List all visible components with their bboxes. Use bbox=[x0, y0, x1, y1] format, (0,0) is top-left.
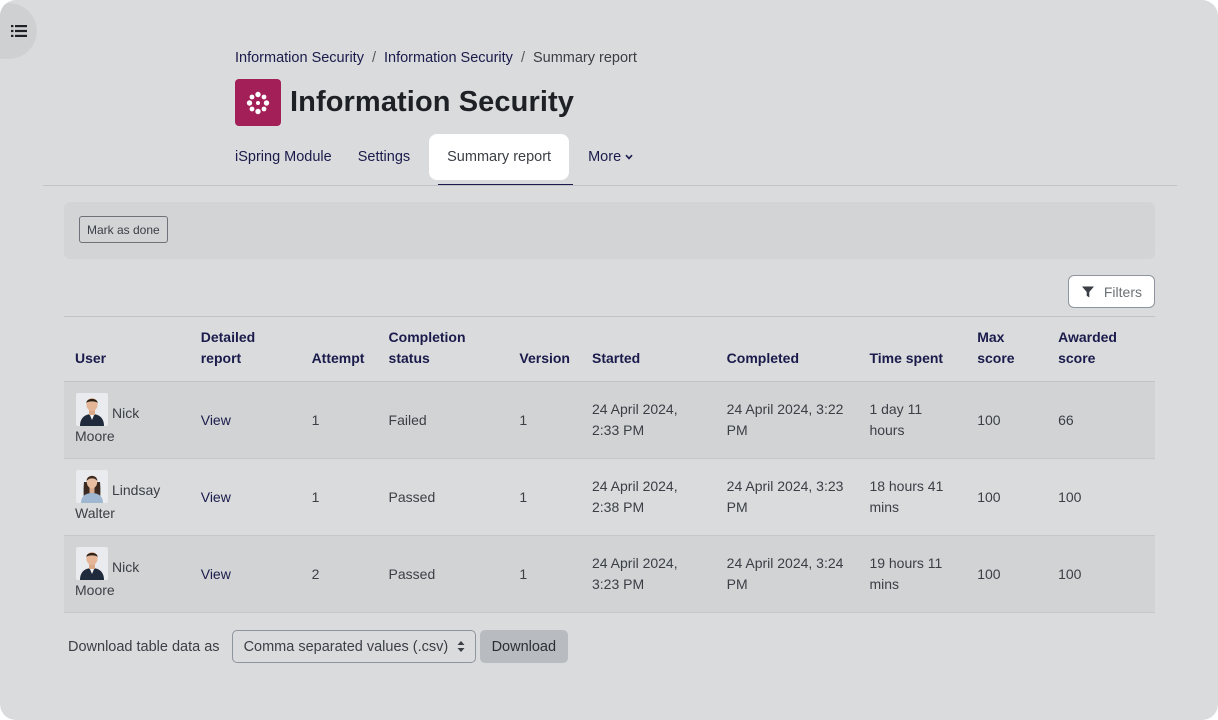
chevron-down-icon bbox=[625, 154, 633, 160]
awarded-score-cell: 100 bbox=[1047, 535, 1155, 613]
selected-format: Comma separated values (.csv) bbox=[243, 638, 449, 655]
tab-label: More bbox=[588, 149, 622, 165]
secondary-navigation: iSpring Module Settings Summary report M… bbox=[222, 134, 646, 186]
avatar bbox=[76, 470, 108, 503]
filters-button[interactable]: Filters bbox=[1068, 275, 1155, 308]
table-row: Lindsay Walter View 1 Passed 1 24 April 2… bbox=[64, 458, 1155, 536]
breadcrumb: Information Security / Information Secur… bbox=[235, 50, 637, 66]
view-report-link[interactable]: View bbox=[189, 535, 301, 613]
version-cell: 1 bbox=[508, 458, 581, 536]
avatar bbox=[76, 547, 108, 580]
time-spent-cell: 19 hours 11 mins bbox=[858, 535, 967, 613]
attempt-cell: 1 bbox=[300, 381, 378, 459]
breadcrumb-item-current: Summary report bbox=[532, 50, 637, 66]
filters-label: Filters bbox=[1103, 283, 1142, 300]
column-header-completed[interactable]: Completed bbox=[715, 316, 859, 382]
summary-report-table: User Detailed report Attempt Completion … bbox=[64, 316, 1155, 613]
page-header: Information Security bbox=[235, 79, 574, 126]
tab-ispring-module[interactable]: iSpring Module bbox=[222, 134, 345, 180]
breadcrumb-item-activity[interactable]: Information Security bbox=[384, 50, 513, 66]
version-cell: 1 bbox=[508, 381, 581, 459]
started-cell: 24 April 2024, 3:23 PM bbox=[580, 535, 716, 613]
tab-summary-report[interactable]: Summary report bbox=[429, 134, 574, 186]
completed-cell: 24 April 2024, 3:22 PM bbox=[715, 381, 859, 459]
view-report-link[interactable]: View bbox=[189, 381, 301, 459]
tab-label: Settings bbox=[357, 149, 411, 165]
completed-cell: 24 April 2024, 3:23 PM bbox=[715, 458, 859, 536]
user-cell[interactable]: Lindsay Walter bbox=[64, 458, 190, 536]
user-last-name: Moore bbox=[75, 428, 115, 444]
table-row: Nick Moore View 2 Passed 1 24 April 2024,… bbox=[64, 535, 1155, 613]
max-score-cell: 100 bbox=[966, 381, 1048, 459]
awarded-score-cell: 100 bbox=[1047, 458, 1155, 536]
table-row: Nick Moore View 1 Failed 1 24 April 2024,… bbox=[64, 381, 1155, 459]
awarded-score-cell: 66 bbox=[1047, 381, 1155, 459]
course-index-toggle[interactable] bbox=[0, 4, 36, 58]
user-first-name: Nick bbox=[112, 559, 140, 575]
started-cell: 24 April 2024, 2:33 PM bbox=[580, 381, 716, 459]
user-first-name: Nick bbox=[112, 405, 140, 421]
column-header-detailed-report[interactable]: Detailed report bbox=[189, 316, 301, 382]
user-last-name: Moore bbox=[75, 582, 115, 598]
breadcrumb-item-course[interactable]: Information Security bbox=[235, 50, 364, 66]
avatar bbox=[76, 393, 108, 426]
status-cell: Passed bbox=[377, 535, 509, 613]
tab-label: Summary report bbox=[447, 149, 552, 165]
column-header-started[interactable]: Started bbox=[580, 316, 716, 382]
page-title: Information Security bbox=[290, 86, 574, 118]
column-header-awarded-score[interactable]: Awarded score bbox=[1047, 316, 1155, 382]
select-arrows-icon bbox=[457, 641, 465, 652]
mark-as-done-button[interactable]: Mark as done bbox=[79, 216, 168, 243]
status-cell: Passed bbox=[377, 458, 509, 536]
download-format-select[interactable]: Comma separated values (.csv) bbox=[231, 630, 476, 663]
ispring-logo-icon bbox=[246, 91, 270, 114]
tabs-divider bbox=[43, 185, 1177, 186]
time-spent-cell: 18 hours 41 mins bbox=[858, 458, 967, 536]
download-bar: Download table data as Comma separated v… bbox=[68, 630, 569, 663]
column-header-max-score[interactable]: Max score bbox=[966, 316, 1048, 382]
column-header-version[interactable]: Version bbox=[508, 316, 581, 382]
tab-settings[interactable]: Settings bbox=[345, 134, 423, 180]
user-first-name: Lindsay bbox=[112, 482, 161, 498]
column-header-attempt[interactable]: Attempt bbox=[300, 316, 378, 382]
column-header-time-spent[interactable]: Time spent bbox=[858, 316, 967, 382]
filter-icon bbox=[1082, 286, 1094, 298]
download-label: Download table data as bbox=[68, 638, 220, 655]
activity-completion-panel: Mark as done bbox=[64, 202, 1155, 259]
status-cell: Failed bbox=[377, 381, 509, 459]
user-last-name: Walter bbox=[75, 505, 115, 521]
time-spent-cell: 1 day 11 hours bbox=[858, 381, 967, 459]
column-header-completion-status[interactable]: Completion status bbox=[377, 316, 509, 382]
app-frame: Information Security / Information Secur… bbox=[0, 0, 1218, 720]
table-header-row: User Detailed report Attempt Completion … bbox=[64, 316, 1155, 382]
max-score-cell: 100 bbox=[966, 458, 1048, 536]
version-cell: 1 bbox=[508, 535, 581, 613]
started-cell: 24 April 2024, 2:38 PM bbox=[580, 458, 716, 536]
user-cell[interactable]: Nick Moore bbox=[64, 381, 190, 459]
breadcrumb-separator: / bbox=[520, 50, 525, 66]
tab-label: iSpring Module bbox=[235, 149, 332, 165]
download-button[interactable]: Download bbox=[479, 630, 569, 663]
list-icon bbox=[11, 25, 27, 37]
view-report-link[interactable]: View bbox=[189, 458, 301, 536]
attempt-cell: 2 bbox=[300, 535, 378, 613]
attempt-cell: 1 bbox=[300, 458, 378, 536]
tab-more[interactable]: More bbox=[575, 134, 646, 180]
ispring-module-icon bbox=[235, 79, 281, 126]
column-header-user[interactable]: User bbox=[64, 316, 190, 382]
breadcrumb-separator: / bbox=[371, 50, 376, 66]
max-score-cell: 100 bbox=[966, 535, 1048, 613]
completed-cell: 24 April 2024, 3:24 PM bbox=[715, 535, 859, 613]
user-cell[interactable]: Nick Moore bbox=[64, 535, 190, 613]
